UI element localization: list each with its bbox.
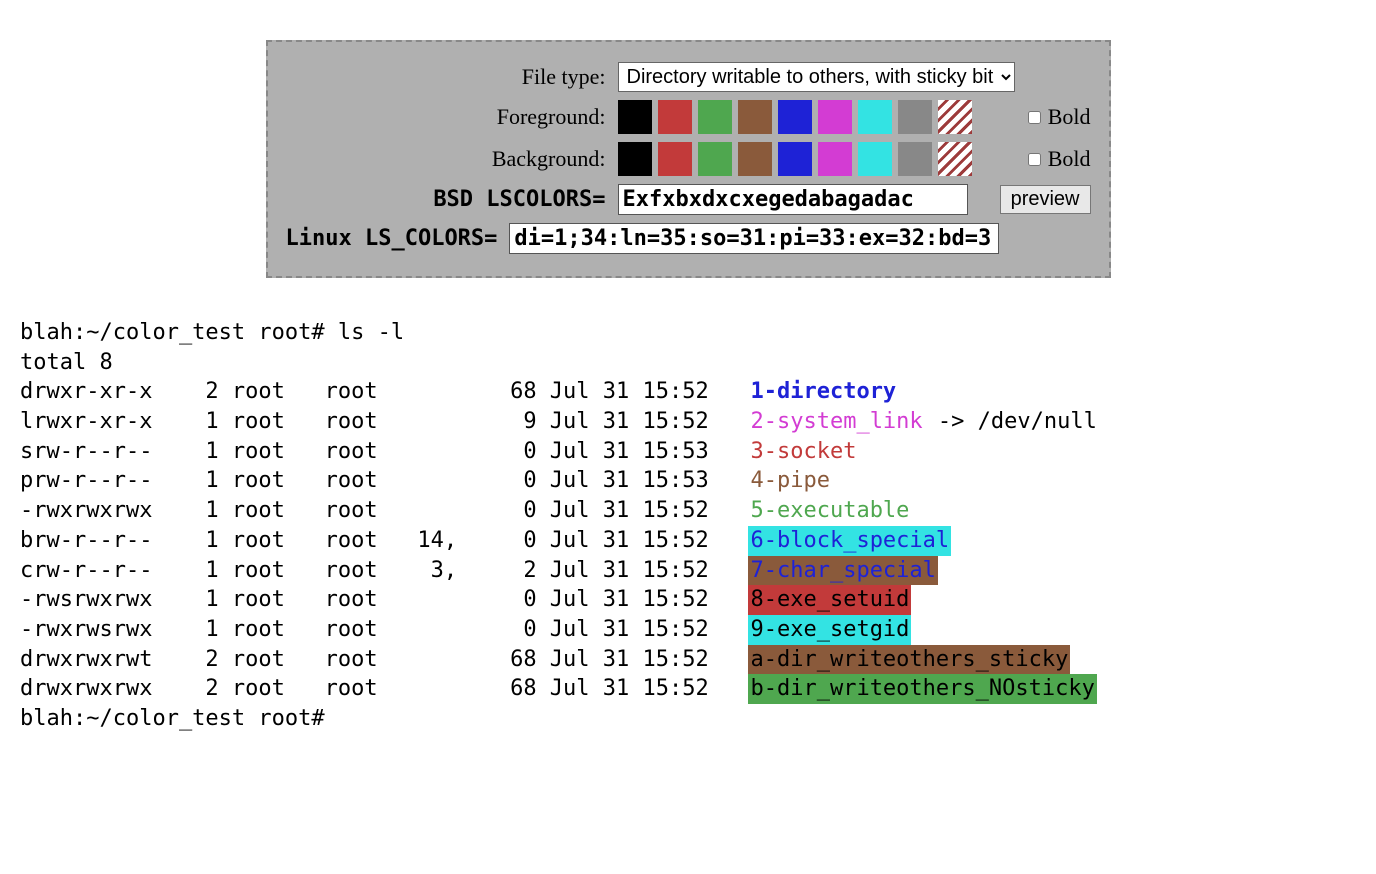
background-bold-label: Bold: [1048, 146, 1091, 172]
linux-label: Linux LS_COLORS=: [286, 226, 510, 251]
color-swatch[interactable]: [778, 100, 812, 134]
foreground-bold-control[interactable]: Bold: [1024, 104, 1091, 130]
file-name: 6-block_special: [748, 526, 951, 556]
color-swatch[interactable]: [698, 142, 732, 176]
terminal-line: -rwsrwxrwx 1 root root 0 Jul 31 15:52 8-…: [20, 585, 1356, 615]
color-swatch[interactable]: [618, 100, 652, 134]
file-name: b-dir_writeothers_NOsticky: [748, 674, 1096, 704]
file-type-row: File type: Directory writable to others,…: [286, 62, 1091, 92]
terminal-line: lrwxr-xr-x 1 root root 9 Jul 31 15:52 2-…: [20, 407, 1356, 437]
foreground-row: Foreground: Bold: [286, 100, 1091, 134]
color-swatch[interactable]: [898, 142, 932, 176]
file-name: 1-directory: [748, 377, 898, 407]
terminal-line: drwxr-xr-x 2 root root 68 Jul 31 15:52 1…: [20, 377, 1356, 407]
terminal-line: brw-r--r-- 1 root root 14, 0 Jul 31 15:5…: [20, 526, 1356, 556]
file-type-select[interactable]: Directory writable to others, with stick…: [618, 62, 1015, 92]
terminal-line: srw-r--r-- 1 root root 0 Jul 31 15:53 3-…: [20, 437, 1356, 467]
terminal-line: prw-r--r-- 1 root root 0 Jul 31 15:53 4-…: [20, 466, 1356, 496]
foreground-bold-label: Bold: [1048, 104, 1091, 130]
color-swatch[interactable]: [658, 142, 692, 176]
foreground-swatches: [618, 100, 972, 134]
preview-button[interactable]: preview: [1000, 185, 1091, 214]
background-swatches: [618, 142, 972, 176]
background-bold-control[interactable]: Bold: [1024, 146, 1091, 172]
color-swatch[interactable]: [858, 142, 892, 176]
background-bold-checkbox[interactable]: [1028, 153, 1041, 166]
bsd-input[interactable]: [618, 184, 968, 215]
file-name: a-dir_writeothers_sticky: [748, 645, 1070, 675]
terminal-line: total 8: [20, 348, 1356, 378]
terminal-line: blah:~/color_test root# ls -l: [20, 318, 1356, 348]
background-row: Background: Bold: [286, 142, 1091, 176]
file-name: 5-executable: [748, 496, 911, 526]
color-swatch[interactable]: [738, 100, 772, 134]
color-swatch[interactable]: [658, 100, 692, 134]
terminal-line: blah:~/color_test root#: [20, 704, 1356, 734]
bsd-row: BSD LSCOLORS= preview: [286, 184, 1091, 215]
file-type-label: File type:: [286, 64, 618, 90]
color-swatch[interactable]: [858, 100, 892, 134]
background-label: Background:: [286, 146, 618, 172]
bsd-label: BSD LSCOLORS=: [286, 187, 618, 212]
color-swatch[interactable]: [738, 142, 772, 176]
file-name: 2-system_link: [748, 407, 924, 437]
color-swatch[interactable]: [818, 100, 852, 134]
color-swatch[interactable]: [898, 100, 932, 134]
terminal-line: crw-r--r-- 1 root root 3, 2 Jul 31 15:52…: [20, 556, 1356, 586]
color-swatch[interactable]: [698, 100, 732, 134]
file-name: 7-char_special: [748, 556, 937, 586]
terminal-line: drwxrwxrwt 2 root root 68 Jul 31 15:52 a…: [20, 645, 1356, 675]
color-swatch[interactable]: [778, 142, 812, 176]
foreground-bold-checkbox[interactable]: [1028, 111, 1041, 124]
linux-row: Linux LS_COLORS=: [286, 223, 1091, 254]
terminal-line: -rwxrwsrwx 1 root root 0 Jul 31 15:52 9-…: [20, 615, 1356, 645]
file-name: 9-exe_setgid: [748, 615, 911, 645]
file-name: 3-socket: [748, 437, 858, 467]
file-name: 8-exe_setuid: [748, 585, 911, 615]
color-swatch-default[interactable]: [938, 142, 972, 176]
foreground-label: Foreground:: [286, 104, 618, 130]
linux-input[interactable]: [509, 223, 999, 254]
color-swatch[interactable]: [818, 142, 852, 176]
config-panel: File type: Directory writable to others,…: [266, 40, 1111, 278]
terminal-line: -rwxrwxrwx 1 root root 0 Jul 31 15:52 5-…: [20, 496, 1356, 526]
color-swatch-default[interactable]: [938, 100, 972, 134]
color-swatch[interactable]: [618, 142, 652, 176]
file-name: 4-pipe: [748, 466, 831, 496]
terminal-output: blah:~/color_test root# ls -ltotal 8drwx…: [20, 318, 1356, 734]
terminal-line: drwxrwxrwx 2 root root 68 Jul 31 15:52 b…: [20, 674, 1356, 704]
